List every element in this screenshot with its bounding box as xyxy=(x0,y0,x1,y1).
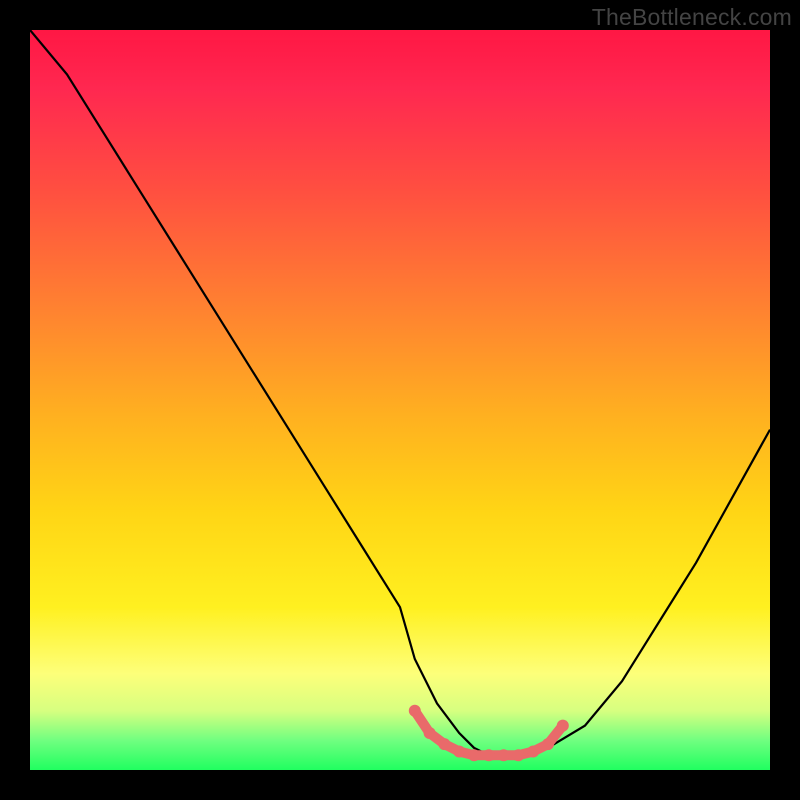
highlight-path xyxy=(415,711,563,755)
highlight-dot xyxy=(483,749,495,761)
highlight-dot xyxy=(512,749,524,761)
highlight-dot xyxy=(453,746,465,758)
watermark-text: TheBottleneck.com xyxy=(592,4,792,31)
highlight-dot xyxy=(468,749,480,761)
chart-svg xyxy=(30,30,770,770)
chart-container: TheBottleneck.com xyxy=(0,0,800,800)
highlight-dot xyxy=(542,738,554,750)
highlight-dot xyxy=(527,746,539,758)
highlight-dot xyxy=(438,738,450,750)
highlight-dot xyxy=(409,705,421,717)
highlight-dot xyxy=(557,720,569,732)
highlight-dot xyxy=(498,749,510,761)
bottleneck-curve xyxy=(30,30,770,755)
highlight-markers xyxy=(409,705,569,761)
highlight-dot xyxy=(424,727,436,739)
